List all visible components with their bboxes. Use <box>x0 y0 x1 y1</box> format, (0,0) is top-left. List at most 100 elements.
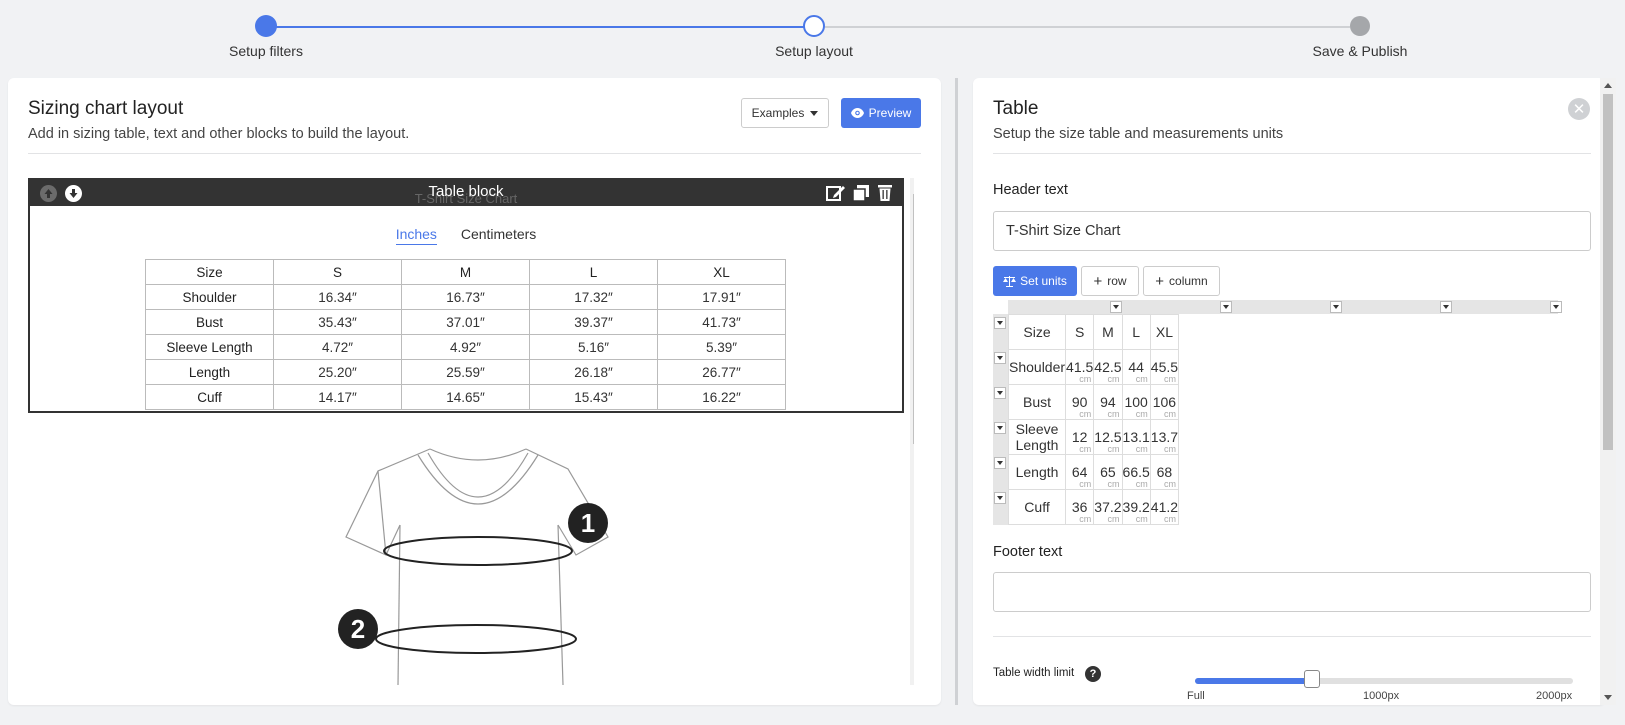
move-up-icon[interactable] <box>40 185 57 202</box>
header-cell-input[interactable]: L <box>1121 314 1151 350</box>
step-dot-save-publish[interactable] <box>1350 16 1370 36</box>
unit-suffix: cm <box>1107 444 1120 454</box>
row-menu-icon[interactable] <box>994 317 1006 329</box>
unit-suffix: cm <box>1164 514 1177 524</box>
header-text-input[interactable] <box>993 211 1591 251</box>
slider-fill <box>1195 678 1312 684</box>
value-cell-input[interactable]: 65 cm <box>1093 454 1123 490</box>
value-cell-input[interactable]: 64 cm <box>1065 454 1095 490</box>
value-cell-input[interactable]: 41.5 cm <box>1065 349 1095 385</box>
set-units-label: Set units <box>1020 274 1067 288</box>
column-menu-icon[interactable] <box>1110 301 1122 313</box>
layout-scrollbar[interactable] <box>910 178 914 685</box>
layout-scroll-thumb[interactable] <box>913 194 914 444</box>
unit-suffix: cm <box>1164 479 1177 489</box>
value-cell-input[interactable]: 12 cm <box>1065 419 1095 455</box>
value-cell-input[interactable]: 41.2 cm <box>1149 489 1180 525</box>
layout-panel-title: Sizing chart layout <box>28 98 184 119</box>
step-dot-setup-filters[interactable] <box>255 15 277 37</box>
table-cell: 5.16″ <box>529 334 658 360</box>
value-cell-input[interactable]: 13.7 cm <box>1149 419 1180 455</box>
tab-inches[interactable]: Inches <box>395 226 437 245</box>
slider-tick-full: Full <box>1187 690 1205 702</box>
edit-icon[interactable] <box>826 184 846 202</box>
table-panel-subtitle: Setup the size table and measurements un… <box>993 126 1284 142</box>
preview-size-table: Size S M L XL Shoulder 16.34″ 16.73″ 17.… <box>145 259 786 410</box>
scale-icon <box>1003 276 1017 287</box>
value-cell-input[interactable]: 100 cm <box>1121 384 1151 420</box>
slider-handle[interactable] <box>1304 670 1320 688</box>
move-down-icon[interactable] <box>65 185 82 202</box>
row-label-input[interactable]: Bust <box>1007 384 1067 420</box>
preview-button[interactable]: Preview <box>841 98 921 128</box>
value-cell-input[interactable]: 90 cm <box>1065 384 1095 420</box>
header-cell-input[interactable]: S <box>1065 314 1095 350</box>
tab-centimeters[interactable]: Centimeters <box>461 226 536 242</box>
marker-2-label: 2 <box>351 614 365 644</box>
scroll-up-arrow-icon[interactable] <box>1604 83 1612 88</box>
duplicate-icon[interactable] <box>851 184 871 202</box>
value-cell-input[interactable]: 45.5 cm <box>1149 349 1180 385</box>
cell-value: 13.1 <box>1122 429 1150 445</box>
table-row: Length 25.20″ 25.59″ 26.18″ 26.77″ <box>145 359 786 385</box>
row-label: Bust <box>145 309 274 335</box>
row-menu-icon[interactable] <box>994 492 1006 504</box>
add-row-label: row <box>1107 274 1127 288</box>
value-cell-input[interactable]: 39.2 cm <box>1121 489 1151 525</box>
settings-scrollbar[interactable] <box>1600 78 1616 705</box>
value-cell-input[interactable]: 68 cm <box>1149 454 1180 490</box>
header-cell-input[interactable]: XL <box>1149 314 1180 350</box>
value-cell-input[interactable]: 66.5 cm <box>1121 454 1151 490</box>
header-cell-input[interactable]: M <box>1093 314 1123 350</box>
settings-scroll-thumb[interactable] <box>1603 94 1613 450</box>
row-label-input[interactable]: Cuff <box>1007 489 1067 525</box>
header-text-label: Header text <box>993 182 1068 198</box>
unit-suffix: cm <box>1107 409 1120 419</box>
value-cell-input[interactable]: 44 cm <box>1121 349 1151 385</box>
value-cell-input[interactable]: 94 cm <box>1093 384 1123 420</box>
set-units-button[interactable]: Set units <box>993 266 1077 296</box>
table-cell: 25.59″ <box>401 359 530 385</box>
row-menu-icon[interactable] <box>994 387 1006 399</box>
column-menu-icon[interactable] <box>1330 301 1342 313</box>
add-column-button[interactable]: + column <box>1143 266 1220 296</box>
column-menu-icon[interactable] <box>1550 301 1562 313</box>
table-cell: 16.22″ <box>657 384 786 410</box>
value-cell-input[interactable]: 13.1 cm <box>1121 419 1151 455</box>
column-menu-icon[interactable] <box>1440 301 1452 313</box>
step-label-save-publish[interactable]: Save & Publish <box>1313 43 1408 59</box>
step-label-setup-filters[interactable]: Setup filters <box>229 43 303 59</box>
row-menu-icon[interactable] <box>994 422 1006 434</box>
footer-text-input[interactable] <box>993 572 1591 612</box>
header-cell-input[interactable]: Size <box>1007 314 1067 350</box>
table-block[interactable]: T-Shirt Size Chart Table block Inches Ce… <box>28 178 904 413</box>
value-cell-input[interactable]: 36 cm <box>1065 489 1095 525</box>
add-row-button[interactable]: + row <box>1081 266 1139 296</box>
row-menu-icon[interactable] <box>994 352 1006 364</box>
unit-suffix: cm <box>1079 514 1092 524</box>
row-label-input[interactable]: Sleeve Length <box>1007 419 1067 455</box>
step-dot-setup-layout[interactable] <box>803 15 825 37</box>
layout-canvas[interactable]: T-Shirt Size Chart Table block Inches Ce… <box>28 178 914 685</box>
value-cell-input[interactable]: 42.5 cm <box>1093 349 1123 385</box>
help-icon[interactable]: ? <box>1085 666 1101 682</box>
row-label-input[interactable]: Shoulder <box>1007 349 1067 385</box>
table-row: Shoulder 41.5 cm 42.5 cm 44 cm 45.5 cm <box>1007 349 1180 385</box>
value-cell-input[interactable]: 106 cm <box>1149 384 1180 420</box>
table-cell: 4.72″ <box>273 334 402 360</box>
panel-resize-handle[interactable] <box>955 78 958 705</box>
value-cell-input[interactable]: 37.2 cm <box>1093 489 1123 525</box>
value-cell-input[interactable]: 12.5 cm <box>1093 419 1123 455</box>
examples-dropdown[interactable]: Examples <box>741 98 829 128</box>
table-cell: 5.39″ <box>657 334 786 360</box>
column-menu-icon[interactable] <box>1220 301 1232 313</box>
table-width-slider[interactable] <box>1195 678 1573 684</box>
row-label-input[interactable]: Length <box>1007 454 1067 490</box>
table-cell: 35.43″ <box>273 309 402 335</box>
row-menu-icon[interactable] <box>994 457 1006 469</box>
table-cell: 39.37″ <box>529 309 658 335</box>
close-icon[interactable]: ✕ <box>1568 98 1590 120</box>
trash-icon[interactable] <box>875 184 895 202</box>
step-label-setup-layout[interactable]: Setup layout <box>775 43 853 59</box>
scroll-down-arrow-icon[interactable] <box>1604 695 1612 700</box>
